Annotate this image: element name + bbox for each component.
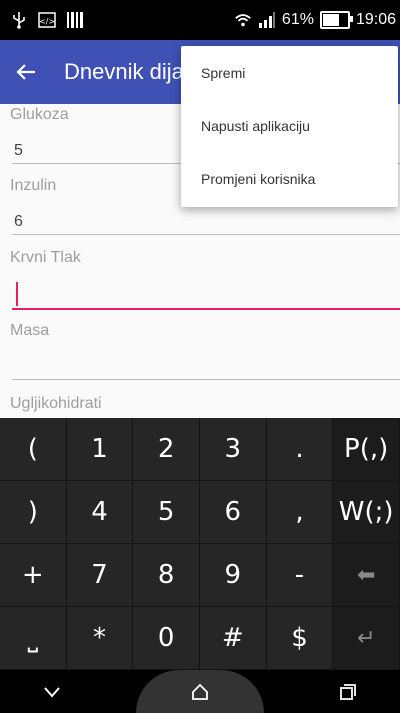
key-wait[interactable]: W(;) [333, 481, 400, 544]
key-6[interactable]: 6 [199, 481, 267, 544]
barcode-icon [66, 11, 84, 29]
key-minus[interactable]: - [266, 544, 334, 607]
battery-icon [319, 11, 353, 29]
inzulin-underline [12, 234, 400, 235]
inzulin-input[interactable]: 6 [14, 213, 23, 231]
chevron-down-icon [44, 686, 60, 698]
key-dollar[interactable]: $ [266, 607, 334, 670]
menu-item-napusti-aplikaciju[interactable]: Napusti aplikaciju [181, 99, 398, 152]
key-7[interactable]: 7 [66, 544, 134, 607]
text-cursor [16, 282, 18, 306]
menu-item-spremi[interactable]: Spremi [181, 46, 398, 99]
developer-icon: </> [38, 11, 56, 29]
signal-icon [258, 11, 276, 29]
enter-icon[interactable]: ↵ [333, 607, 400, 670]
menu-item-promjeni-korisnika[interactable]: Promjeni korisnika [181, 152, 398, 205]
clock: 19:06 [355, 11, 396, 28]
key-comma[interactable]: , [266, 481, 334, 544]
key-period[interactable]: . [266, 418, 334, 481]
status-bar: </> 61% 19:06 [0, 0, 400, 40]
backspace-icon[interactable]: ⬅ [333, 544, 400, 607]
masa-label: Masa [10, 322, 50, 339]
hide-keyboard-button[interactable] [32, 672, 72, 712]
krvni-tlak-underline [12, 308, 400, 310]
usb-icon [10, 11, 28, 29]
key-2[interactable]: 2 [133, 418, 200, 481]
key-open-paren[interactable]: ( [0, 418, 67, 481]
glukoza-input[interactable]: 5 [14, 142, 23, 160]
krvni-tlak-label: Krvni Tlak [10, 249, 81, 266]
key-3[interactable]: 3 [199, 418, 267, 481]
key-space[interactable]: ⎵ [0, 607, 67, 670]
key-close-paren[interactable]: ) [0, 481, 67, 544]
svg-text:</>: </> [39, 17, 55, 26]
page-title: Dnevnik dija [64, 59, 184, 84]
system-nav-bar [0, 670, 400, 713]
key-pause[interactable]: P(,) [333, 418, 400, 481]
recents-icon [340, 683, 356, 700]
key-1[interactable]: 1 [66, 418, 134, 481]
key-5[interactable]: 5 [133, 481, 200, 544]
home-button[interactable] [136, 670, 264, 713]
back-button[interactable] [0, 40, 52, 104]
glukoza-label: Glukoza [10, 106, 69, 123]
wifi-icon [234, 11, 252, 29]
key-4[interactable]: 4 [66, 481, 134, 544]
key-plus[interactable]: + [0, 544, 67, 607]
arrow-back-icon [16, 64, 35, 80]
recents-button[interactable] [328, 672, 368, 712]
battery-percent: 61% [281, 11, 314, 28]
masa-underline [12, 379, 400, 380]
ugljikohidrati-label: Ugljikohidrati [10, 395, 102, 412]
overflow-menu: Spremi Napusti aplikaciju Promjeni koris… [181, 46, 398, 207]
key-hash[interactable]: # [199, 607, 267, 670]
home-icon [192, 683, 208, 700]
key-8[interactable]: 8 [133, 544, 200, 607]
key-asterisk[interactable]: * [66, 607, 134, 670]
key-0[interactable]: 0 [133, 607, 200, 670]
numeric-keyboard: ( 1 2 3 . P(,) ) 4 5 6 , W(;) + 7 8 9 - … [0, 418, 400, 670]
key-9[interactable]: 9 [199, 544, 267, 607]
inzulin-label: Inzulin [10, 177, 57, 194]
